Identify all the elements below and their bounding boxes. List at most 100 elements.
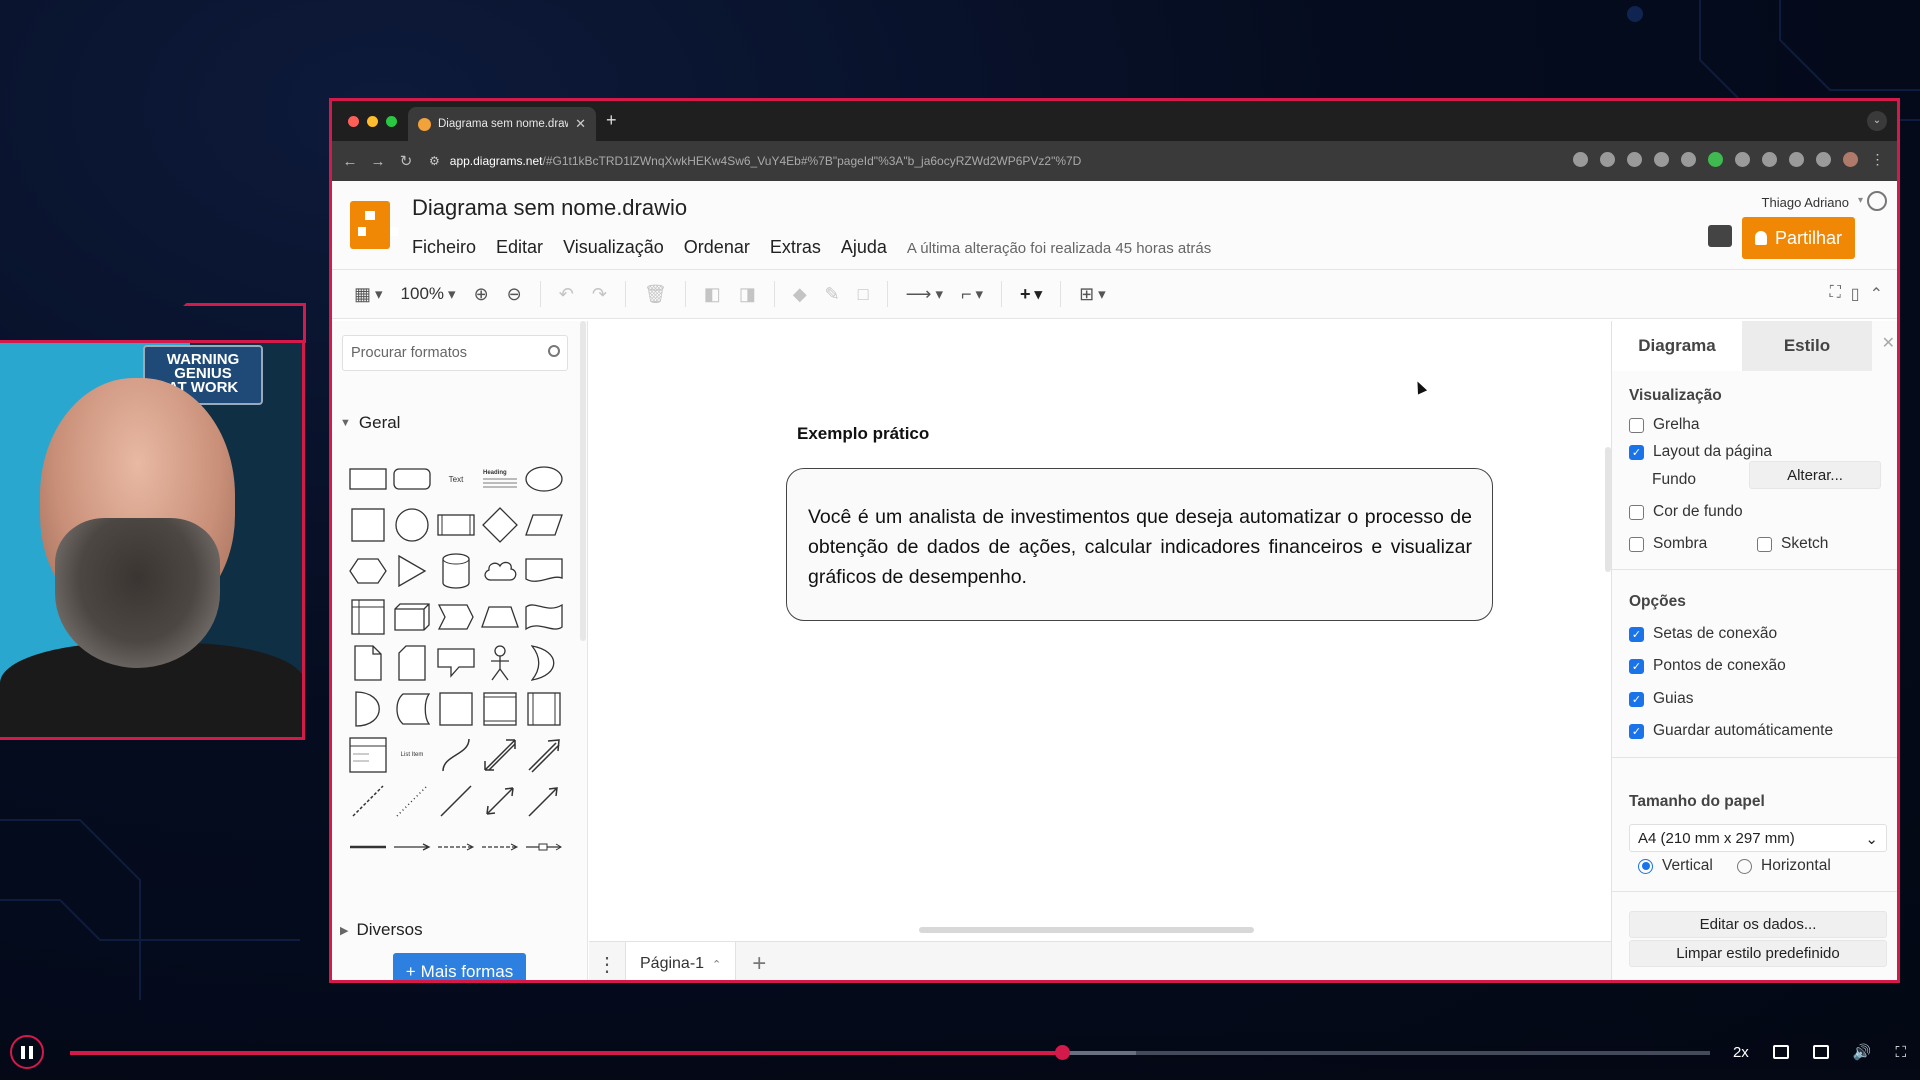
page-layout-option[interactable]: ✓ Layout da página <box>1629 443 1772 461</box>
paper-size-select[interactable]: A4 (210 mm x 297 mm) ⌄ <box>1629 824 1887 852</box>
close-tab-icon[interactable]: ✕ <box>575 116 586 132</box>
grid-checkbox[interactable] <box>1629 417 1644 433</box>
zoom-icon[interactable] <box>1600 152 1615 167</box>
hexagon-shape[interactable] <box>346 548 390 594</box>
dashed-line-shape[interactable] <box>346 778 390 824</box>
back-icon[interactable]: ← <box>336 153 364 170</box>
actor-shape[interactable] <box>478 640 522 686</box>
maximize-window-button[interactable] <box>386 116 397 127</box>
guides-checkbox[interactable]: ✓ <box>1629 691 1644 707</box>
video-progress-bar[interactable] <box>70 1045 1710 1060</box>
picture-in-picture-icon[interactable] <box>1812 1045 1829 1059</box>
close-icon[interactable]: ✕ <box>1882 333 1895 353</box>
waypoints-icon[interactable]: ⌐ ▾ <box>961 284 983 305</box>
diagram-canvas[interactable]: Exemplo prático Você é um analista de in… <box>589 321 1611 941</box>
cube-shape[interactable] <box>390 594 434 640</box>
insert-plus-icon[interactable]: + ▾ <box>1020 284 1042 305</box>
extension-icon[interactable] <box>1654 152 1669 167</box>
connection-icon[interactable]: ⟶ ▾ <box>906 284 943 305</box>
horizontal-scrollbar[interactable] <box>919 927 1254 933</box>
progress-handle[interactable] <box>1055 1045 1071 1060</box>
note-shape[interactable] <box>346 640 390 686</box>
zoom-select[interactable]: 100% ▾ <box>401 284 456 304</box>
heading-shape[interactable]: Heading <box>478 456 522 502</box>
process-shape[interactable] <box>434 502 478 548</box>
example-text-box[interactable]: Você é um analista de investimentos que … <box>786 468 1493 621</box>
internal-storage-shape[interactable] <box>346 594 390 640</box>
edit-data-button[interactable]: Editar os dados... <box>1629 911 1887 938</box>
browser-tab[interactable]: Diagrama sem nome.drawio ✕ <box>408 107 596 141</box>
browser-menu-icon[interactable]: ⋮ <box>1870 152 1885 167</box>
forward-icon[interactable]: → <box>364 153 392 170</box>
menu-ordenar[interactable]: Ordenar <box>684 237 750 258</box>
or-shape[interactable] <box>522 640 566 686</box>
sketch-option[interactable]: Sketch <box>1757 535 1828 553</box>
bidirectional-arrow-shape[interactable] <box>478 732 522 778</box>
tab-diagram[interactable]: Diagrama <box>1612 321 1742 371</box>
bidirectional-connector-shape[interactable] <box>478 778 522 824</box>
dashed-link-shape[interactable] <box>478 824 522 870</box>
site-settings-icon[interactable]: ⚙ <box>429 154 440 168</box>
dotted-line-shape[interactable] <box>390 778 434 824</box>
table-icon[interactable]: ⊞ ▾ <box>1079 284 1106 305</box>
rounded-rectangle-shape[interactable] <box>390 456 434 502</box>
media-icon[interactable] <box>1816 152 1831 167</box>
delete-icon[interactable]: 🗑 <box>644 284 667 305</box>
horizontal-radio[interactable] <box>1737 858 1752 874</box>
parallelogram-shape[interactable] <box>522 502 566 548</box>
close-window-button[interactable] <box>348 116 359 127</box>
connection-arrows-checkbox[interactable]: ✓ <box>1629 626 1644 642</box>
connection-points-checkbox[interactable]: ✓ <box>1629 658 1644 674</box>
curve-shape[interactable] <box>434 732 478 778</box>
to-front-icon[interactable]: ◧ <box>704 284 721 305</box>
ellipse-shape[interactable] <box>522 456 566 502</box>
swimlane-shape[interactable] <box>522 686 566 732</box>
playback-speed[interactable]: 2x <box>1733 1044 1749 1061</box>
square-shape[interactable] <box>346 502 390 548</box>
menu-extras[interactable]: Extras <box>770 237 821 258</box>
address-bar[interactable]: ⚙ app.diagrams.net/#G1t1kBcTRD1lZWnqXwkH… <box>429 147 1566 175</box>
orientation-vertical[interactable]: Vertical <box>1638 857 1713 875</box>
example-title[interactable]: Exemplo prático <box>797 424 929 444</box>
container-shape[interactable] <box>478 686 522 732</box>
connection-points-option[interactable]: ✓ Pontos de conexão <box>1629 657 1786 675</box>
install-app-icon[interactable] <box>1573 152 1588 167</box>
minimize-window-button[interactable] <box>367 116 378 127</box>
more-shapes-button[interactable]: + Mais formas <box>393 953 526 980</box>
theme-sun-icon[interactable] <box>1867 191 1887 211</box>
extension-icon[interactable] <box>1762 152 1777 167</box>
rectangle-shape[interactable] <box>346 456 390 502</box>
autosave-option[interactable]: ✓ Guardar automáticamente <box>1629 722 1833 740</box>
collapse-icon[interactable]: ⌃ <box>1870 284 1883 304</box>
view-panels-icon[interactable]: ▦ ▾ <box>354 284 383 305</box>
circle-shape[interactable] <box>390 502 434 548</box>
background-color-checkbox[interactable] <box>1629 504 1644 520</box>
diamond-shape[interactable] <box>478 502 522 548</box>
tab-style[interactable]: Estilo <box>1742 321 1872 371</box>
share-button[interactable]: Partilhar <box>1742 217 1855 259</box>
extension-icon[interactable] <box>1681 152 1696 167</box>
search-icon[interactable] <box>548 345 560 357</box>
add-page-icon[interactable]: + <box>752 950 766 978</box>
list-shape[interactable] <box>346 732 390 778</box>
dashed-arrow-shape[interactable] <box>434 824 478 870</box>
data-storage-shape[interactable] <box>390 686 434 732</box>
page-tab[interactable]: Página-1 ⌃ <box>625 942 737 980</box>
document-shape[interactable] <box>522 548 566 594</box>
zoom-out-icon[interactable]: ⊖ <box>507 284 522 305</box>
section-geral[interactable]: ▼ Geral <box>340 413 400 433</box>
chevron-down-icon[interactable]: ▾ <box>1858 195 1863 206</box>
line-color-icon[interactable]: ✎ <box>825 284 840 305</box>
profile-avatar[interactable] <box>1843 152 1858 167</box>
connection-arrows-option[interactable]: ✓ Setas de conexão <box>1629 625 1777 643</box>
section-diversos[interactable]: ▶ Diversos <box>340 920 423 940</box>
redo-icon[interactable]: ↷ <box>592 284 607 305</box>
line-shape[interactable] <box>434 778 478 824</box>
shape-search-input[interactable] <box>342 335 568 371</box>
volume-icon[interactable]: 🔊 <box>1853 1043 1872 1061</box>
arrow-link-shape[interactable] <box>390 824 434 870</box>
orientation-horizontal[interactable]: Horizontal <box>1737 857 1831 875</box>
menu-ficheiro[interactable]: Ficheiro <box>412 237 476 258</box>
menu-editar[interactable]: Editar <box>496 237 543 258</box>
shapes-scrollbar[interactable] <box>580 321 586 641</box>
